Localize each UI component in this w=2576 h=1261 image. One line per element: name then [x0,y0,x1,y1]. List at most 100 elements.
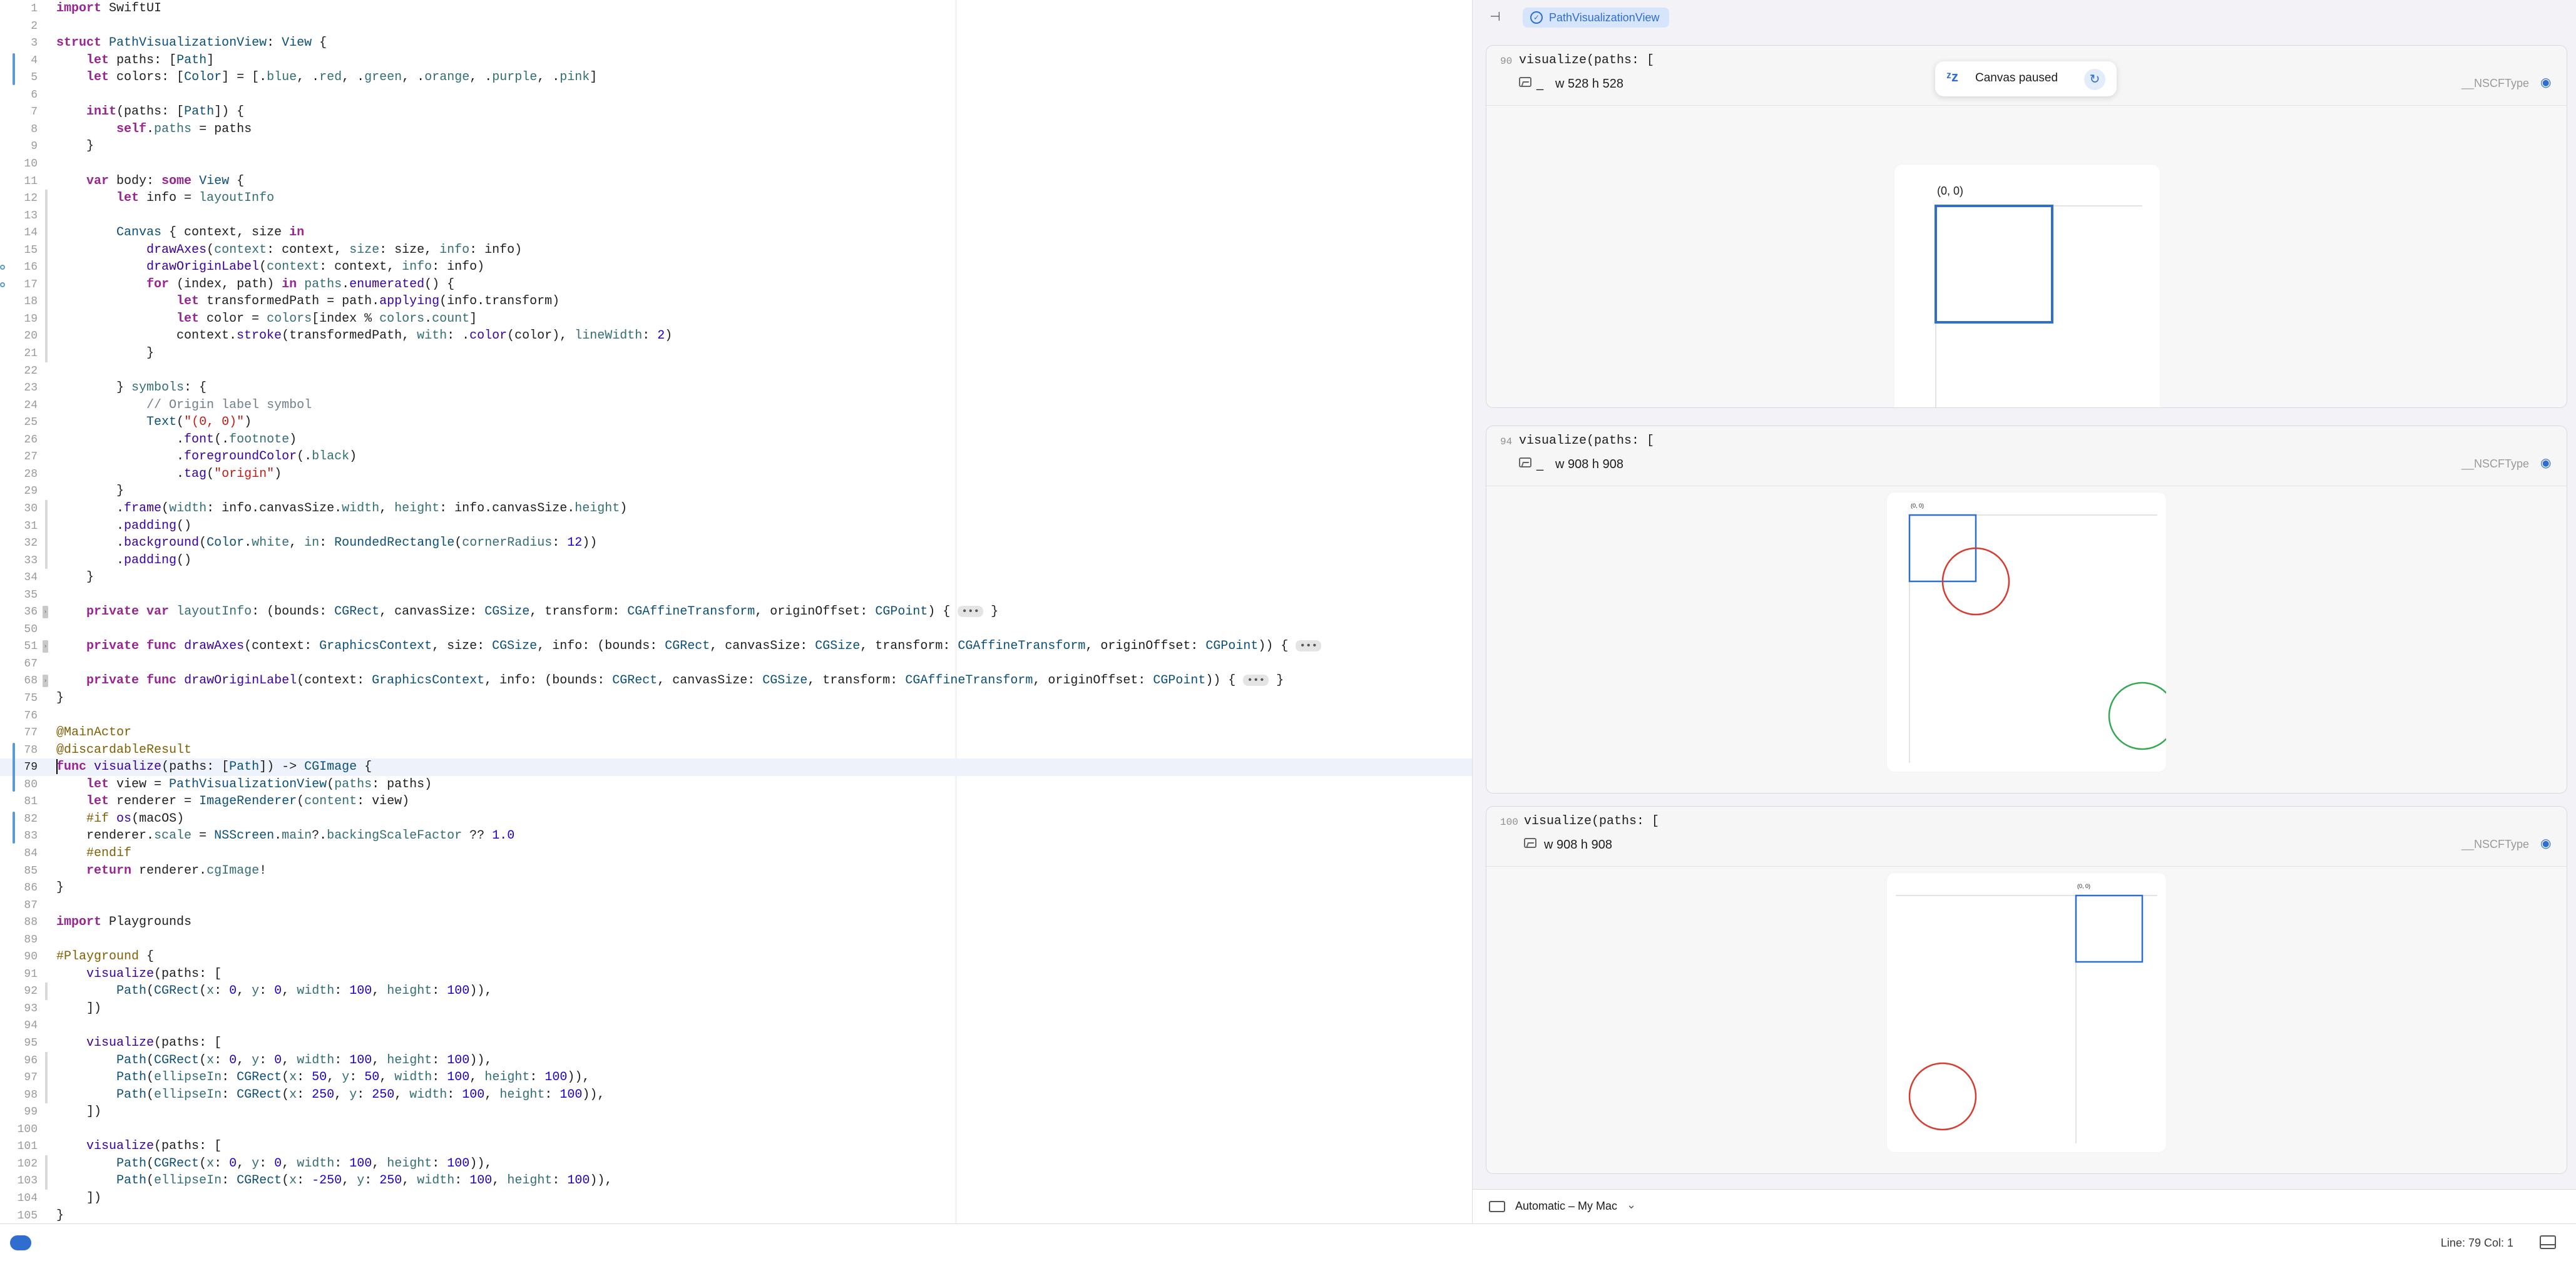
code-line[interactable]: 18 let transformedPath = path.applying(i… [0,293,1472,310]
code-line[interactable]: 105} [0,1207,1472,1224]
image-dimensions: w 908 h 908 [1555,457,1623,471]
code-line[interactable]: 17 for (index, path) in paths.enumerated… [0,276,1472,294]
code-line[interactable]: 7 init(paths: [Path]) { [0,103,1472,121]
code-line[interactable]: 8 self.paths = paths [0,121,1472,138]
code-line[interactable]: 11 var body: some View { [0,173,1472,190]
code-line[interactable]: 101 visualize(paths: [ [0,1138,1472,1155]
canvas-paused-label: Canvas paused [1975,71,2058,84]
code-line[interactable]: 95 visualize(paths: [ [0,1034,1472,1052]
breakpoint-dot-icon[interactable] [0,265,5,270]
pin-icon[interactable]: ⊣ [1488,9,1503,26]
code-line[interactable]: 75} [0,690,1472,707]
change-marker[interactable] [13,811,15,844]
result-card: 100 visualize(paths: [ w 908 h 908 __NSC… [1486,806,2567,1174]
chat-bubble-icon[interactable] [10,1235,31,1250]
code-line[interactable]: 50 [0,621,1472,638]
code-line[interactable]: 12 let info = layoutInfo [0,190,1472,207]
code-line[interactable]: 78 @discardableResult [0,742,1472,759]
code-line[interactable]: 35 [0,586,1472,604]
code-line[interactable]: 99 ]) [0,1103,1472,1121]
code-line[interactable]: 34 } [0,569,1472,586]
code-line[interactable]: 89 [0,931,1472,949]
code-line[interactable]: 80 let view = PathVisualizationView(path… [0,776,1472,794]
eye-icon[interactable]: ◉ [2540,76,2555,89]
code-line[interactable]: 104 ]) [0,1190,1472,1207]
result-call-label[interactable]: visualize(paths: [ [1519,434,1654,448]
code-line[interactable]: 82 #if os(macOS) [0,810,1472,828]
code-line[interactable]: 81 let renderer = ImageRenderer(content:… [0,793,1472,810]
code-line[interactable]: 32 .background(Color.white, in: RoundedR… [0,534,1472,552]
code-line[interactable]: 13 [0,207,1472,225]
breakpoint-dot-icon[interactable] [0,282,5,287]
source-editor[interactable]: 1 import SwiftUI 2 3 struct PathVisualizatio… [0,0,1472,1223]
code-line[interactable]: 10 [0,155,1472,173]
eye-icon[interactable]: ◉ [2540,837,2555,850]
code-line[interactable]: 16 drawOriginLabel(context: context, inf… [0,258,1472,276]
code-line[interactable]: 67 [0,655,1472,673]
code-line[interactable]: 84 #endif [0,845,1472,862]
code-line[interactable]: 87 [0,897,1472,914]
code-line[interactable]: 25 Text("(0, 0)") [0,414,1472,431]
laptop-icon [1489,1201,1505,1212]
code-line[interactable]: 19 let color = colors[index % colors.cou… [0,310,1472,328]
code-text: import SwiftUI [56,1,162,16]
code-line[interactable]: 102 Path(CGRect(x: 0, y: 0, width: 100, … [0,1155,1472,1173]
toggle-panel-icon[interactable] [2540,1235,2556,1249]
code-line[interactable]: 94 [0,1017,1472,1034]
code-line[interactable]: 9 } [0,138,1472,155]
code-line[interactable]: 20 context.stroke(transformedPath, with:… [0,327,1472,345]
code-line[interactable]: 83 renderer.scale = NSScreen.main?.backi… [0,827,1472,845]
code-line[interactable]: 2 [0,18,1472,35]
code-line[interactable]: 76 [0,707,1472,725]
code-line[interactable]: 6 [0,86,1472,104]
code-line[interactable]: 14 Canvas { context, size in [0,224,1472,242]
code-line[interactable]: 5 let colors: [Color] = [.blue, .red, .g… [0,69,1472,86]
code-line[interactable]: 36 private var layoutInfo: (bounds: CGRe… [0,603,1472,621]
code-line[interactable]: 23 } symbols: { [0,379,1472,397]
code-line[interactable]: 15 drawAxes(context: context, size: size… [0,242,1472,259]
code-line[interactable]: 91 visualize(paths: [ [0,966,1472,983]
code-line[interactable]: 92 Path(CGRect(x: 0, y: 0, width: 100, h… [0,983,1472,1000]
code-line[interactable]: 29 } [0,482,1472,500]
code-line[interactable]: 88 import Playgrounds [0,914,1472,931]
code-line[interactable]: 1 import SwiftUI [0,0,1472,18]
code-line[interactable]: 3 struct PathVisualizationView: View { [0,34,1472,52]
result-call-label[interactable]: visualize(paths: [ [1524,814,1659,829]
run-destination-label[interactable]: Automatic – My Mac [1515,1200,1617,1213]
code-line[interactable]: 100 [0,1121,1472,1138]
code-text: #if os(macOS) [86,811,185,826]
code-line[interactable]: 27 .foregroundColor(.black) [0,448,1472,466]
code-line[interactable]: 86} [0,879,1472,897]
code-line[interactable]: 26 .font(.footnote) [0,431,1472,449]
code-line[interactable]: 4 let paths: [Path] [0,52,1472,69]
result-call-label[interactable]: visualize(paths: [ [1519,53,1654,68]
code-line[interactable]: 79 func visualize(paths: [Path]) -> CGIma… [0,758,1472,777]
canvas-target-chip[interactable]: ✓ PathVisualizationView [1523,8,1670,28]
code-line[interactable]: 33 .padding() [0,552,1472,569]
code-line[interactable]: 90 #Playground { [0,948,1472,966]
code-line[interactable]: 97 Path(ellipseIn: CGRect(x: 50, y: 50, … [0,1069,1472,1086]
code-line[interactable]: 22 [0,362,1472,380]
status-bar: Line: 79 Col: 1 [0,1223,2576,1261]
code-line[interactable]: 28 .tag("origin") [0,466,1472,483]
resume-canvas-button[interactable]: ↻ [2084,69,2105,90]
scope-bar [45,499,48,569]
change-marker[interactable] [13,53,15,85]
code-line[interactable]: 103 Path(ellipseIn: CGRect(x: -250, y: 2… [0,1172,1472,1190]
code-text: visualize(paths: [ [86,966,222,981]
code-line[interactable]: 21 } [0,345,1472,362]
code-line[interactable]: 96 Path(CGRect(x: 0, y: 0, width: 100, h… [0,1052,1472,1070]
change-marker[interactable] [13,742,15,792]
chevron-down-icon[interactable]: ⌄ [1627,1198,1636,1212]
code-line[interactable]: 30 .frame(width: info.canvasSize.width, … [0,500,1472,518]
code-line[interactable]: 51 private func drawAxes(context: Graphi… [0,638,1472,655]
code-line[interactable]: 24 // Origin label symbol [0,397,1472,414]
code-line[interactable]: 31 .padding() [0,518,1472,535]
code-line[interactable]: 68 private func drawOriginLabel(context:… [0,672,1472,690]
result-image-area: (0, 0) [1486,106,2567,407]
code-line[interactable]: 85 return renderer.cgImage! [0,862,1472,880]
code-line[interactable]: 98 Path(ellipseIn: CGRect(x: 250, y: 250… [0,1086,1472,1104]
code-line[interactable]: 93 ]) [0,1000,1472,1018]
eye-icon[interactable]: ◉ [2540,457,2555,469]
code-line[interactable]: 77 @MainActor [0,724,1472,742]
